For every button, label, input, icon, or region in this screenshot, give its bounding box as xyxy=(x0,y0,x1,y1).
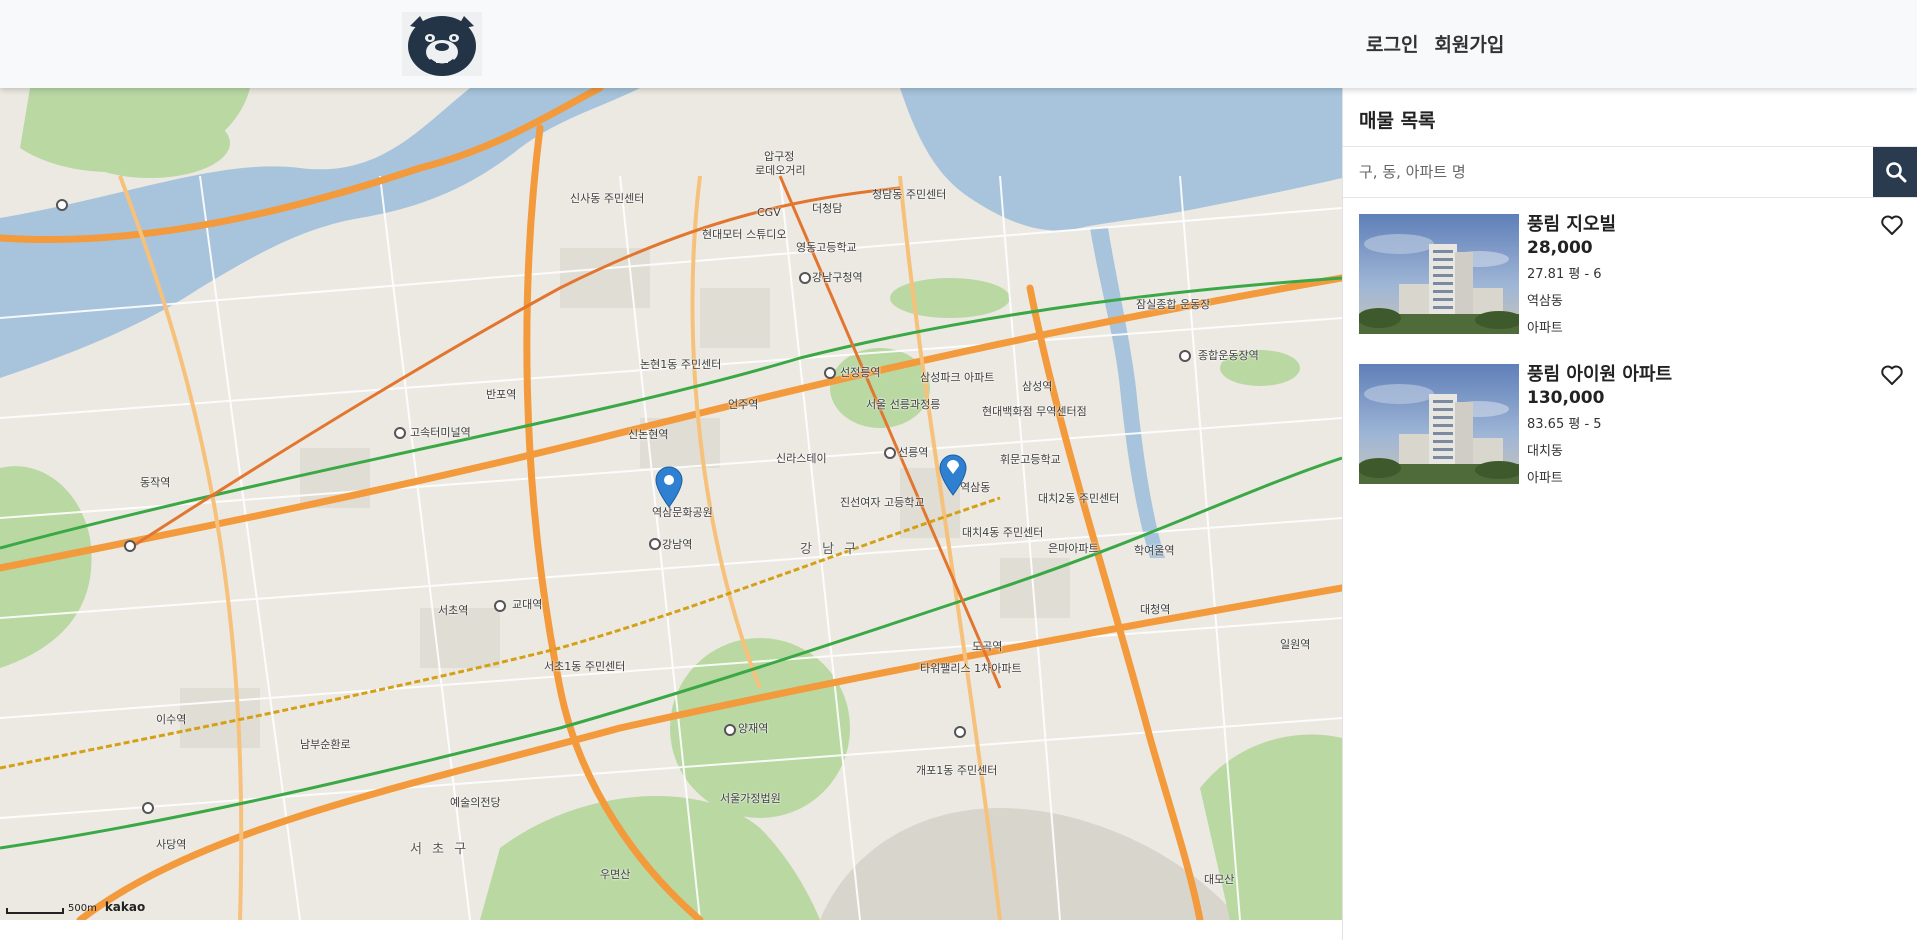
place-label: 선릉역 xyxy=(898,446,929,459)
listing-type: 아파트 xyxy=(1527,471,1563,486)
place-label: 서울 선릉과정릉 xyxy=(866,398,941,411)
place-label: 대청역 xyxy=(1140,603,1171,616)
place-label: 신논현역 xyxy=(628,428,669,441)
listing-map-marker[interactable] xyxy=(654,466,684,508)
place-label: 삼성역 xyxy=(1022,380,1053,393)
place-label: 고속터미널역 xyxy=(410,426,471,439)
top-navbar: 로그인 회원가입 xyxy=(0,0,1917,88)
listing-info: 풍림 지오빌 28,000 27.81 평 - 6 역삼동 아파트 xyxy=(1527,214,1616,337)
place-label: 로데오거리 xyxy=(755,164,806,177)
place-label: 예술의전당 xyxy=(450,796,501,809)
search-icon xyxy=(1885,162,1906,183)
place-label: 서울가정법원 xyxy=(720,792,781,805)
place-label: 남부순환로 xyxy=(300,738,351,751)
favorite-heart-icon[interactable] xyxy=(1880,214,1904,236)
listing-dong: 대치동 xyxy=(1527,444,1563,459)
place-label: 논현1동 주민센터 xyxy=(640,358,722,371)
district-label: 강 남 구 xyxy=(800,542,860,557)
search-bar xyxy=(1343,146,1917,198)
scale-bar xyxy=(6,908,64,914)
place-label: 압구정 xyxy=(764,150,795,163)
listing-item[interactable]: 풍림 지오빌 28,000 27.81 평 - 6 역삼동 아파트 xyxy=(1359,214,1904,336)
listing-sidebar: 매물 목록 구, 동, 아파트 명 풍림 지오빌 28,000 27.81 평 … xyxy=(1342,88,1917,940)
place-label: 강남역 xyxy=(662,538,693,551)
place-label: 현대백화점 무역센터점 xyxy=(982,405,1087,418)
place-label: 타워팰리스 1차아파트 xyxy=(920,662,1022,675)
place-label: 동작역 xyxy=(140,476,171,489)
listing-area-floor: 27.81 평 - 6 xyxy=(1527,267,1602,282)
place-label: 신사동 주민센터 xyxy=(570,192,645,205)
search-button[interactable] xyxy=(1873,147,1917,197)
place-label: 종합운동장역 xyxy=(1198,349,1259,362)
place-label: 개포1동 주민센터 xyxy=(916,764,998,777)
place-label: 신라스테이 xyxy=(776,452,827,465)
kakao-logo[interactable]: kakao xyxy=(105,900,145,914)
apartment-thumbnail[interactable] xyxy=(1359,214,1519,334)
place-label: 잠실종합 운동장 xyxy=(1136,298,1211,311)
place-label: 대치4동 주민센터 xyxy=(962,526,1044,539)
listing-item[interactable]: 풍림 아이원 아파트 130,000 83.65 평 - 5 대치동 아파트 xyxy=(1359,364,1904,486)
auth-nav: 로그인 회원가입 xyxy=(1366,30,1504,57)
signup-link[interactable]: 회원가입 xyxy=(1434,30,1504,57)
place-label: 이수역 xyxy=(156,713,187,726)
apartment-thumbnail[interactable] xyxy=(1359,364,1519,484)
map-scale: 500m kakao xyxy=(6,900,145,914)
place-label: 학여울역 xyxy=(1134,544,1175,557)
listing-price: 28,000 xyxy=(1527,238,1593,258)
place-label: 은마아파트 xyxy=(1048,542,1099,555)
place-label: 일원역 xyxy=(1280,638,1311,651)
search-input[interactable] xyxy=(1343,147,1873,197)
place-label: 사당역 xyxy=(156,838,187,851)
place-label: 선정릉역 xyxy=(840,366,881,379)
place-label: 서초1동 주민센터 xyxy=(544,660,626,673)
listing-price: 130,000 xyxy=(1527,388,1605,408)
place-label: 강남구청역 xyxy=(812,271,863,284)
place-label: 더청담 xyxy=(812,202,843,215)
listing-dong: 역삼동 xyxy=(1527,294,1563,309)
listing-map-marker[interactable] xyxy=(938,454,968,496)
place-label: 교대역 xyxy=(512,598,543,611)
listing-area-floor: 83.65 평 - 5 xyxy=(1527,417,1602,432)
place-label: 대치2동 주민센터 xyxy=(1038,492,1120,505)
place-label: 휘문고등학교 xyxy=(1000,453,1061,466)
place-label: 진선여자 고등학교 xyxy=(840,496,925,509)
listing-type: 아파트 xyxy=(1527,321,1563,336)
place-label: CGV xyxy=(757,206,781,219)
place-label: 서초역 xyxy=(438,604,469,617)
favorite-heart-icon[interactable] xyxy=(1880,364,1904,386)
listing-title: 매물 목록 xyxy=(1359,110,1436,132)
place-label: 대모산 xyxy=(1204,873,1235,886)
listing-info: 풍림 아이원 아파트 130,000 83.65 평 - 5 대치동 아파트 xyxy=(1527,364,1672,487)
place-label: 현대모터 스튜디오 xyxy=(702,228,787,241)
place-label: 삼성파크 아파트 xyxy=(920,371,995,384)
login-link[interactable]: 로그인 xyxy=(1366,30,1418,57)
listing-name[interactable]: 풍림 아이원 아파트 xyxy=(1527,364,1672,386)
place-label: 영동고등학교 xyxy=(796,241,857,254)
place-label: 우면산 xyxy=(600,868,631,881)
kakao-map[interactable]: 강 남 구 서 초 구 압구정 로데오거리 신사동 주민센터 현대모터 스튜디오… xyxy=(0,88,1342,920)
place-label: 반포역 xyxy=(486,388,517,401)
place-label: 양재역 xyxy=(738,722,769,735)
bulldog-logo-icon[interactable] xyxy=(402,12,482,76)
listing-name[interactable]: 풍림 지오빌 xyxy=(1527,214,1616,236)
place-label: 청담동 주민센터 xyxy=(872,188,947,201)
place-label: 언주역 xyxy=(728,398,759,411)
scale-label: 500m xyxy=(68,903,97,914)
place-label: 도곡역 xyxy=(972,640,1003,653)
district-label: 서 초 구 xyxy=(410,842,470,857)
